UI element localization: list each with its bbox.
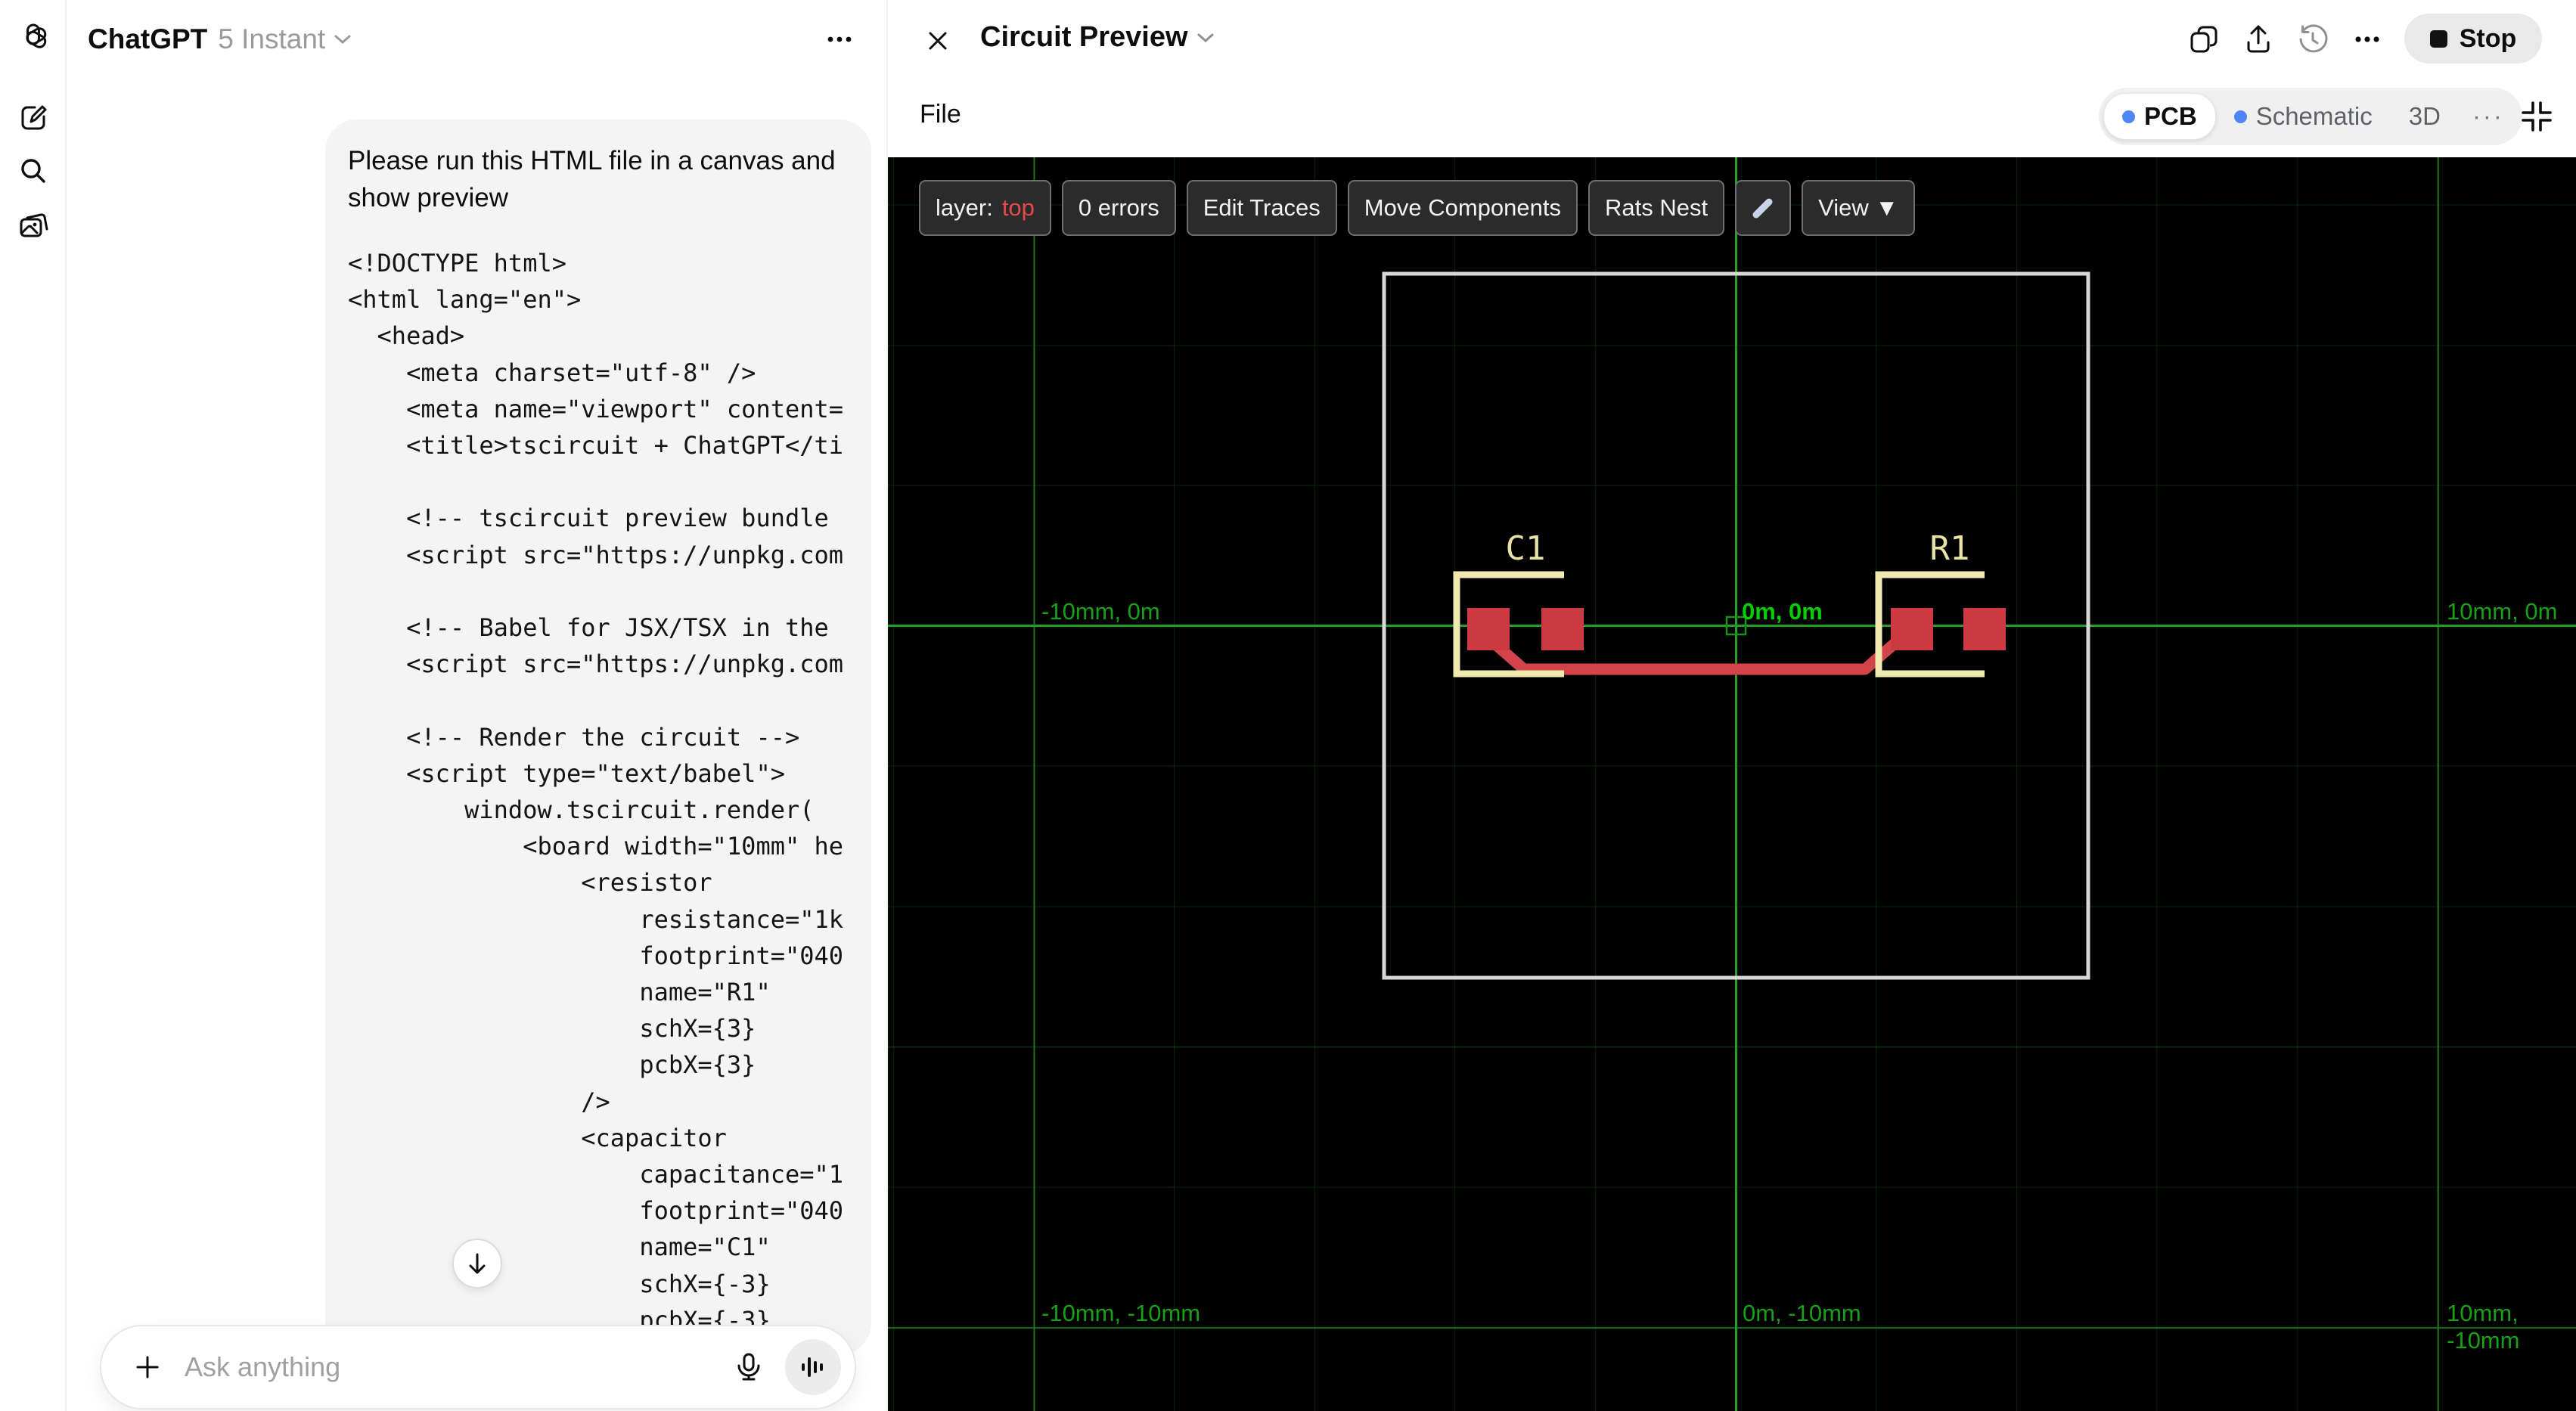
chat-more-options-icon[interactable]: [823, 26, 856, 53]
copy-icon[interactable]: [2183, 18, 2225, 60]
c1-pad-1[interactable]: [1467, 608, 1510, 650]
edit-traces-button[interactable]: Edit Traces: [1186, 180, 1337, 236]
coord-label: 10mm, 0m: [2447, 598, 2558, 625]
rats-nest-button[interactable]: Rats Nest: [1587, 180, 1725, 236]
preview-title[interactable]: Circuit Preview: [980, 21, 1188, 54]
exit-fullscreen-icon[interactable]: [2515, 95, 2558, 138]
stop-button-label: Stop: [2459, 23, 2517, 53]
scroll-to-bottom-button[interactable]: [452, 1239, 502, 1289]
attach-plus-icon[interactable]: [133, 1353, 162, 1382]
voice-mode-button[interactable]: [785, 1339, 841, 1395]
message-composer[interactable]: Ask anything: [100, 1325, 856, 1409]
openai-logo-icon: [17, 21, 50, 54]
layer-selector-button[interactable]: layer: top: [919, 180, 1051, 236]
coord-label: 10mm, -10mm: [2447, 1300, 2520, 1354]
edit-tool-button[interactable]: [1735, 180, 1792, 236]
new-chat-icon[interactable]: [17, 101, 50, 135]
pcb-toolbar: layer: top 0 errors Edit Traces Move Com…: [919, 180, 1916, 236]
schematic-status-dot: [2233, 110, 2247, 123]
library-icon[interactable]: [17, 210, 50, 243]
chat-header: ChatGPT 5 Instant: [67, 0, 886, 79]
chat-panel: ChatGPT 5 Instant Please run this HTML f…: [67, 0, 886, 1411]
errors-button[interactable]: 0 errors: [1061, 180, 1176, 236]
app-window: ChatGPT 5 Instant Please run this HTML f…: [0, 0, 2576, 1411]
more-options-icon[interactable]: [2346, 18, 2388, 60]
share-icon[interactable]: [2237, 18, 2280, 60]
close-icon[interactable]: [920, 23, 956, 59]
waveform-icon: [802, 1357, 823, 1377]
arrow-down-icon: [469, 1253, 486, 1274]
tab-3d-label: 3D: [2408, 102, 2441, 130]
chevron-down-icon[interactable]: [333, 33, 352, 46]
c1-pad-2[interactable]: [1541, 608, 1584, 650]
pcb-drawing: C1 R1: [1382, 271, 2090, 980]
coord-label: -10mm, -10mm: [1041, 1300, 1201, 1326]
chat-model-label[interactable]: 5 Instant: [218, 23, 325, 55]
r1-pad-2[interactable]: [1963, 608, 2006, 650]
r1-label: R1: [1930, 529, 1970, 568]
pcb-status-dot: [2122, 110, 2135, 123]
pcb-canvas[interactable]: C1 R1 -10mm, 0m 0m, 0m 10mm, 0m -10mm, -…: [888, 157, 2576, 1411]
preview-title-chevron-icon[interactable]: [1196, 31, 1215, 45]
origin-coord-label: 0m, 0m: [1742, 598, 1823, 625]
tabs-more-button[interactable]: ···: [2459, 102, 2518, 131]
user-message-text: Please run this HTML file in a canvas an…: [348, 146, 836, 212]
layer-value: top: [1001, 194, 1035, 221]
c1-label: C1: [1506, 529, 1546, 568]
file-menu[interactable]: File: [920, 100, 961, 129]
view-dropdown-button[interactable]: View ▼: [1802, 180, 1916, 236]
mini-sidebar: [0, 0, 67, 1411]
tab-schematic[interactable]: Schematic: [2216, 94, 2391, 139]
user-message-code: <!DOCTYPE html> <html lang="en"> <head> …: [348, 249, 844, 1355]
stop-square-icon: [2429, 29, 2447, 48]
tab-pcb[interactable]: PCB: [2103, 93, 2216, 140]
coord-label: 0m, -10mm: [1743, 1300, 1861, 1326]
tab-pcb-label: PCB: [2144, 102, 2197, 130]
pencil-icon: [1752, 198, 1773, 219]
tab-schematic-label: Schematic: [2255, 102, 2373, 130]
tab-3d[interactable]: 3D: [2391, 94, 2459, 139]
view-mode-tabs: PCB Schematic 3D ···: [2099, 88, 2522, 145]
coord-label: -10mm, 0m: [1041, 598, 1160, 625]
history-icon[interactable]: [2292, 18, 2334, 60]
search-icon[interactable]: [17, 154, 50, 188]
move-components-button[interactable]: Move Components: [1347, 180, 1578, 236]
r1-pad-1[interactable]: [1891, 608, 1933, 650]
canvas-preview-panel: Circuit Preview Stop File PCB Schematic …: [886, 0, 2576, 1411]
user-message-bubble: Please run this HTML file in a canvas an…: [325, 119, 871, 1355]
preview-header: Circuit Preview Stop: [888, 0, 2576, 83]
mic-icon[interactable]: [732, 1351, 765, 1384]
layer-label: layer:: [936, 194, 993, 221]
stop-button[interactable]: Stop: [2404, 14, 2542, 64]
composer-input[interactable]: Ask anything: [185, 1351, 732, 1383]
chat-app-title[interactable]: ChatGPT: [88, 23, 207, 55]
